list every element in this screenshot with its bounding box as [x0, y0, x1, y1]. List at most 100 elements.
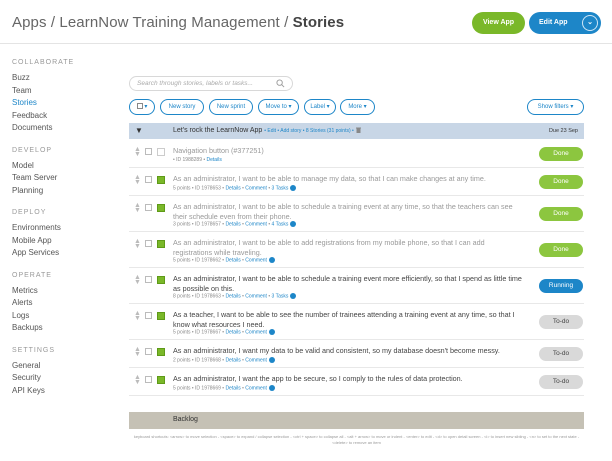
info-icon[interactable]: [290, 221, 297, 227]
status-badge[interactable]: Done: [539, 207, 583, 221]
story-checkbox[interactable]: [145, 348, 152, 355]
story-meta[interactable]: 3 points • ID 1978657 • Details • Commen…: [173, 221, 297, 228]
drag-handle-icon[interactable]: ▲ ▼: [134, 238, 141, 250]
new-sprint-button[interactable]: New sprint: [209, 99, 253, 115]
story-title[interactable]: Navigation button (#377251): [173, 146, 523, 156]
sidebar-item-feedback[interactable]: Feedback: [12, 111, 47, 120]
show-filters-button[interactable]: Show filters ▾: [527, 99, 584, 115]
sidebar-item-stories[interactable]: Stories: [12, 98, 37, 107]
more-button[interactable]: More ▾: [340, 99, 375, 115]
search-input[interactable]: Search through stories, labels or tasks.…: [129, 76, 293, 91]
story-meta[interactable]: 2 points • ID 1978668 • Details • Commen…: [173, 357, 275, 363]
story-type-icon: [157, 148, 165, 156]
story-title[interactable]: As an administrator, I want to be able t…: [173, 202, 523, 222]
status-badge[interactable]: Done: [539, 243, 583, 257]
story-meta[interactable]: • ID 1988289 • Details: [173, 157, 222, 163]
sidebar-item-logs[interactable]: Logs: [12, 311, 29, 320]
story-checkbox[interactable]: [145, 148, 152, 155]
sidebar: COLLABORATE Buzz Team Stories Feedback Docume…: [0, 45, 118, 461]
story-type-icon: [157, 376, 165, 384]
sidebar-item-app-services[interactable]: App Services: [12, 248, 59, 257]
story-meta-text: 3 points • ID 1978657 • Details • Commen…: [173, 221, 289, 228]
story-title[interactable]: As an administrator, I want to be able t…: [173, 274, 523, 294]
select-all-dropdown[interactable]: ▾: [129, 99, 155, 115]
story-title[interactable]: As an administrator, I want to be able t…: [173, 174, 523, 184]
sidebar-item-backups[interactable]: Backups: [12, 323, 43, 332]
drag-handle-icon[interactable]: ▲ ▼: [134, 202, 141, 214]
story-row[interactable]: ▲ ▼ Navigation button (#377251) • ID 198828…: [129, 140, 584, 168]
drag-handle-icon[interactable]: ▲ ▼: [134, 274, 141, 286]
story-checkbox[interactable]: [145, 276, 152, 283]
sidebar-item-team-server[interactable]: Team Server: [12, 173, 57, 182]
story-row[interactable]: ▲ ▼ As an administrator, I want to be able…: [129, 196, 584, 232]
sprint-meta[interactable]: • Edit • Add story • 8 Stories (31 point…: [264, 128, 354, 134]
sprint-header: ▼ Let's rock the LearnNow App • Edit • A…: [129, 123, 584, 139]
new-story-button[interactable]: New story: [160, 99, 204, 115]
main-content: Search through stories, labels or tasks.…: [118, 45, 612, 461]
sidebar-item-metrics[interactable]: Metrics: [12, 286, 38, 295]
sidebar-section-title: COLLABORATE: [12, 59, 75, 66]
sidebar-item-model[interactable]: Model: [12, 161, 34, 170]
info-icon[interactable]: [290, 293, 297, 299]
info-icon[interactable]: [268, 357, 275, 363]
search-icon[interactable]: [276, 79, 285, 88]
story-meta[interactable]: 5 points • ID 1978653 • Details • Commen…: [173, 185, 297, 191]
story-meta[interactable]: 8 points • ID 1978663 • Details • Commen…: [173, 293, 297, 299]
story-row[interactable]: ▲ ▼ As an administrator, I want my data to…: [129, 340, 584, 368]
story-meta[interactable]: 5 points • ID 1978667 • Details • Commen…: [173, 329, 275, 335]
sidebar-item-environments[interactable]: Environments: [12, 223, 61, 232]
info-icon[interactable]: [268, 329, 275, 335]
backlog-header[interactable]: Backlog: [129, 412, 584, 429]
story-title[interactable]: As an administrator, I want my data to b…: [173, 346, 523, 356]
drag-handle-icon[interactable]: ▲ ▼: [134, 146, 141, 158]
story-checkbox[interactable]: [145, 176, 152, 183]
status-badge[interactable]: To-do: [539, 315, 583, 329]
sidebar-item-alerts[interactable]: Alerts: [12, 298, 32, 307]
sidebar-item-mobile-app[interactable]: Mobile App: [12, 236, 52, 245]
drag-handle-icon[interactable]: ▲ ▼: [134, 346, 141, 358]
story-meta[interactable]: 5 points • ID 1978669 • Details • Commen…: [173, 385, 275, 391]
story-row[interactable]: ▲ ▼ As an administrator, I want to be able…: [129, 232, 584, 268]
label-button[interactable]: Label ▾: [304, 99, 336, 115]
drag-handle-icon[interactable]: ▲ ▼: [134, 310, 141, 322]
story-title[interactable]: As an administrator, I want to be able t…: [173, 238, 523, 258]
story-checkbox[interactable]: [145, 240, 152, 247]
sidebar-item-api-keys[interactable]: API Keys: [12, 386, 45, 395]
story-title[interactable]: As a teacher, I want to be able to see t…: [173, 310, 523, 330]
sidebar-item-documents[interactable]: Documents: [12, 123, 52, 132]
story-type-icon: [157, 176, 165, 184]
story-checkbox[interactable]: [145, 376, 152, 383]
trash-icon[interactable]: [355, 127, 361, 134]
status-badge[interactable]: To-do: [539, 347, 583, 361]
chevron-down-icon[interactable]: ⌄: [582, 15, 598, 31]
breadcrumb-current: Stories: [292, 14, 345, 31]
status-badge[interactable]: Done: [539, 147, 583, 161]
sidebar-item-buzz[interactable]: Buzz: [12, 73, 30, 82]
sidebar-item-security[interactable]: Security: [12, 373, 41, 382]
chevron-down-icon: ▾: [144, 104, 148, 110]
edit-app-button[interactable]: Edit App ⌄: [529, 12, 601, 34]
status-badge[interactable]: Running: [539, 279, 583, 293]
story-checkbox[interactable]: [145, 204, 152, 211]
story-row[interactable]: ▲ ▼ As an administrator, I want to be able…: [129, 268, 584, 304]
move-to-button[interactable]: Move to ▾: [258, 99, 299, 115]
drag-handle-icon[interactable]: ▲ ▼: [134, 374, 141, 386]
sidebar-item-planning[interactable]: Planning: [12, 186, 43, 195]
story-row[interactable]: ▲ ▼ As an administrator, I want the app to…: [129, 368, 584, 396]
story-row[interactable]: ▲ ▼ As a teacher, I want to be able to see…: [129, 304, 584, 340]
collapse-icon[interactable]: ▼: [135, 126, 143, 135]
status-badge[interactable]: Done: [539, 175, 583, 189]
status-badge[interactable]: To-do: [539, 375, 583, 389]
info-icon[interactable]: [268, 257, 275, 263]
story-row[interactable]: ▲ ▼ As an administrator, I want to be able…: [129, 168, 584, 196]
sidebar-item-general[interactable]: General: [12, 361, 40, 370]
drag-handle-icon[interactable]: ▲ ▼: [134, 174, 141, 186]
breadcrumb[interactable]: Apps / LearnNow Training Management /: [12, 14, 293, 31]
story-meta[interactable]: 5 points • ID 1978662 • Details • Commen…: [173, 257, 275, 263]
info-icon[interactable]: [268, 385, 275, 391]
view-app-button[interactable]: View App: [472, 12, 525, 34]
info-icon[interactable]: [290, 185, 297, 191]
story-checkbox[interactable]: [145, 312, 152, 319]
sidebar-item-team[interactable]: Team: [12, 86, 32, 95]
story-title[interactable]: As an administrator, I want the app to b…: [173, 374, 523, 384]
